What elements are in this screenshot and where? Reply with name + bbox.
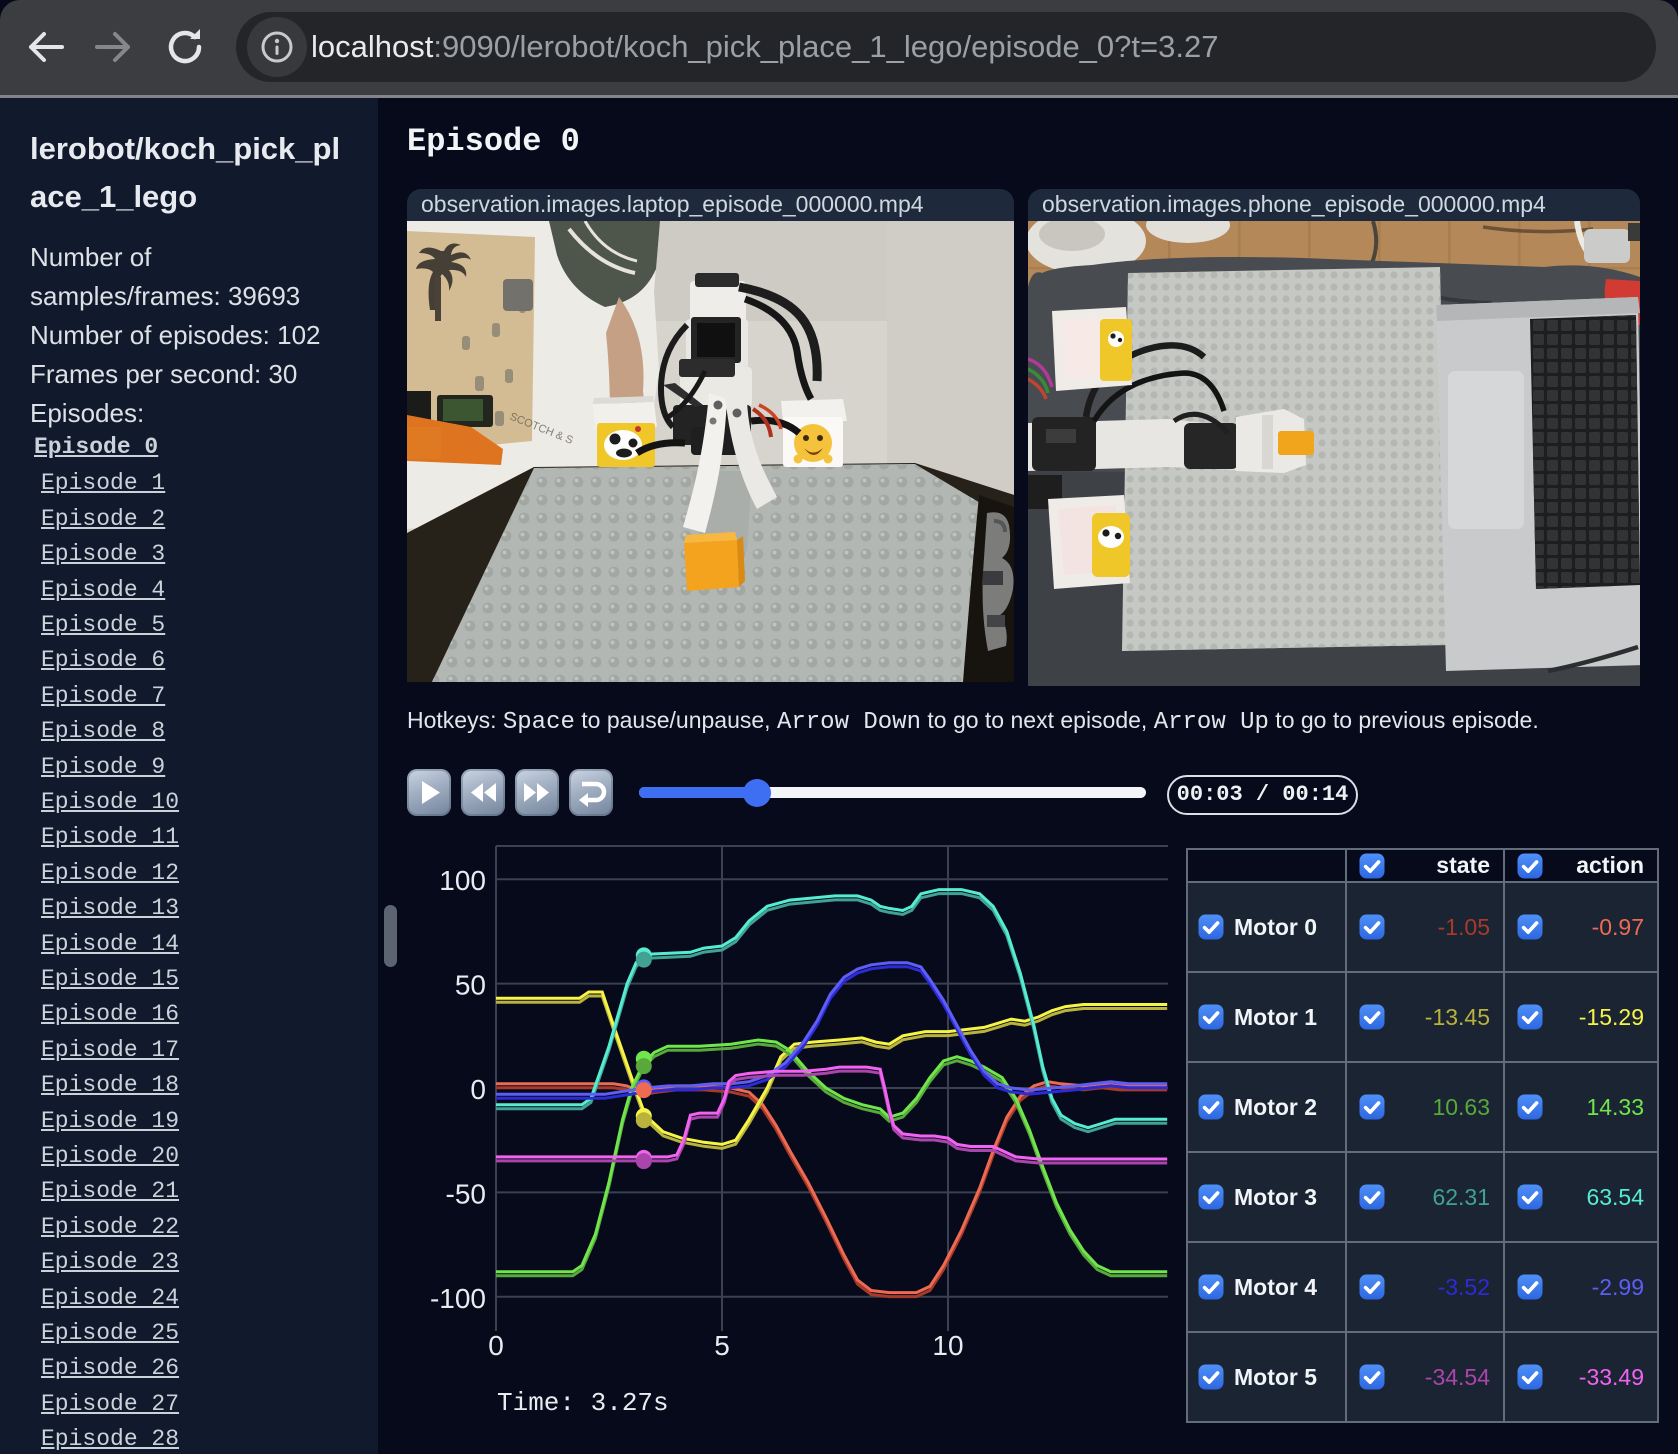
svg-text:0: 0 xyxy=(488,1330,504,1361)
svg-text:0: 0 xyxy=(470,1074,486,1105)
svg-text:10: 10 xyxy=(932,1330,963,1361)
svg-text:-50: -50 xyxy=(446,1178,486,1209)
svg-text:100: 100 xyxy=(439,865,486,896)
svg-text:50: 50 xyxy=(455,970,486,1001)
svg-text:-100: -100 xyxy=(430,1283,486,1314)
svg-text:5: 5 xyxy=(714,1330,730,1361)
